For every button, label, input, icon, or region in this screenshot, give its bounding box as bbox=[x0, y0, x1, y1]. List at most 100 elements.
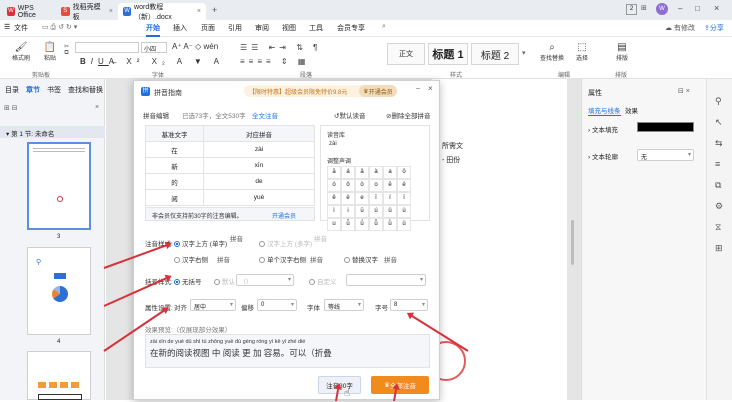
annot-option-above-single[interactable]: 汉字上方 (单字) bbox=[174, 238, 227, 248]
bracket-none[interactable]: 无括号 bbox=[174, 276, 202, 286]
align-buttons[interactable]: ≡≡≡≡ ⇕ ▦ bbox=[240, 57, 309, 66]
tone-cell[interactable]: à bbox=[369, 166, 383, 179]
quick-access-icons[interactable]: ▭ ⎙ ↺ ↻ ▾ bbox=[42, 23, 77, 32]
fill-color-select[interactable] bbox=[637, 122, 694, 132]
close-tab-icon[interactable]: × bbox=[197, 8, 201, 15]
tone-cell[interactable]: ǐ bbox=[397, 192, 411, 205]
promo-button[interactable]: ♛ 开通会员 bbox=[359, 85, 397, 97]
radio-unchecked[interactable] bbox=[309, 279, 315, 285]
tone-cell[interactable]: ǖ bbox=[341, 218, 355, 231]
format-brush-button[interactable]: 🖌 格式刷 bbox=[10, 42, 32, 62]
panel-icons[interactable]: ⊞ ⊟ bbox=[4, 104, 18, 112]
style-more-icon[interactable]: ▾ bbox=[522, 49, 526, 57]
tab-fill-line[interactable]: 填充与线条 bbox=[588, 105, 621, 116]
tone-cell[interactable]: a bbox=[383, 166, 397, 179]
tone-cell[interactable]: ē bbox=[383, 179, 397, 192]
radio-unchecked[interactable] bbox=[214, 279, 220, 285]
bracket-custom[interactable]: 自定义 bbox=[309, 276, 337, 286]
tab-templates[interactable]: S 找稻壳模板 × bbox=[56, 3, 118, 21]
bracket-default[interactable]: 默认 bbox=[214, 276, 235, 286]
minimize-dialog-icon[interactable]: – bbox=[416, 85, 420, 92]
reading-value[interactable]: zài bbox=[329, 141, 337, 147]
menu-insert[interactable]: 插入 bbox=[173, 23, 187, 33]
align-select[interactable]: 居中 bbox=[190, 299, 236, 311]
grid-icon[interactable]: ⊞ bbox=[641, 4, 647, 12]
annot-option-right[interactable]: 汉字右侧 bbox=[174, 254, 208, 264]
maximize-icon[interactable]: □ bbox=[695, 4, 700, 13]
tone-cell[interactable]: ī bbox=[369, 192, 383, 205]
paste-button[interactable]: 📋 粘贴 bbox=[40, 42, 60, 62]
select-button[interactable]: ⬚ 选择 bbox=[572, 42, 592, 62]
tone-cell[interactable]: u bbox=[327, 218, 341, 231]
tone-cell[interactable]: ì bbox=[327, 205, 341, 218]
menu-home[interactable]: 开始 bbox=[146, 23, 160, 37]
annot-option-above-multi[interactable]: 汉字上方 (多字) bbox=[259, 238, 312, 248]
tone-cell[interactable]: ō bbox=[397, 166, 411, 179]
tab-wps-office[interactable]: W WPS Office bbox=[2, 3, 54, 20]
notice-link[interactable]: 开通会员 bbox=[272, 211, 296, 220]
tab-effects[interactable]: 效果 bbox=[625, 105, 638, 115]
radio-checked[interactable] bbox=[174, 241, 180, 247]
style-normal[interactable]: 正文 bbox=[387, 43, 425, 65]
tab-find-replace[interactable]: 查找和替换 bbox=[68, 85, 103, 95]
sidebar-icons[interactable]: ⚲ ↖ ⇆ ≡ ⧉ ⚙ ⧖ ⊞ bbox=[715, 91, 723, 259]
tone-cell[interactable]: ǎ bbox=[355, 166, 369, 179]
table-row[interactable]: 在 zài bbox=[145, 141, 315, 158]
tone-cell[interactable]: ǘ bbox=[355, 218, 369, 231]
delete-pinyin-button[interactable]: ⊘删除全部拼音 bbox=[386, 110, 430, 120]
font-family-select[interactable] bbox=[75, 42, 139, 53]
close-window-icon[interactable]: × bbox=[714, 3, 719, 13]
tone-cell[interactable]: ü bbox=[397, 218, 411, 231]
paragraph-buttons[interactable]: ☰☰ ⇤⇥ ⇅ ¶ bbox=[240, 43, 321, 52]
table-row[interactable]: 的 de bbox=[145, 173, 315, 190]
tone-cell[interactable]: ǚ bbox=[369, 218, 383, 231]
promo-banner[interactable]: 【限时特惠】超级会员限免特价9.8元 bbox=[244, 85, 372, 97]
menu-member[interactable]: 会员专享 bbox=[337, 23, 365, 33]
text-fill-label[interactable]: › 文本填充 bbox=[588, 124, 618, 134]
table-row[interactable]: 阅 yuè bbox=[145, 189, 315, 206]
bracket-select[interactable]: （） bbox=[236, 274, 294, 286]
tab-toc[interactable]: 目录 bbox=[5, 85, 19, 95]
table-row[interactable]: 新 xīn bbox=[145, 157, 315, 174]
radio-unchecked[interactable] bbox=[174, 257, 180, 263]
new-tab-icon[interactable]: + bbox=[212, 5, 217, 15]
default-reading-button[interactable]: ↺默认读音 bbox=[334, 110, 365, 120]
tab-sections[interactable]: 章节 bbox=[26, 85, 40, 95]
layout-button[interactable]: ▤ 排版 bbox=[612, 42, 632, 62]
tone-cell[interactable]: í bbox=[383, 192, 397, 205]
minimize-icon[interactable]: – bbox=[678, 4, 682, 13]
tone-cell[interactable]: ā bbox=[327, 166, 341, 179]
radio-unchecked[interactable] bbox=[259, 257, 265, 263]
menu-page[interactable]: 页面 bbox=[201, 23, 215, 33]
page-thumbnail[interactable] bbox=[27, 351, 91, 400]
tab-bookmarks[interactable]: 书签 bbox=[47, 85, 61, 95]
tone-cell[interactable]: ǔ bbox=[383, 205, 397, 218]
style-heading-2[interactable]: 标题 2 bbox=[471, 43, 519, 65]
menu-icon[interactable]: ☰ bbox=[4, 23, 10, 31]
tone-cell[interactable]: ě bbox=[327, 192, 341, 205]
menu-review[interactable]: 审阅 bbox=[255, 23, 269, 33]
section-header[interactable]: ▾ 第 1 节: 未命名 bbox=[0, 126, 105, 138]
radio-unchecked[interactable] bbox=[344, 257, 350, 263]
tone-cell[interactable]: e bbox=[355, 192, 369, 205]
radio-checked[interactable] bbox=[174, 279, 180, 285]
tone-cell[interactable]: á bbox=[341, 166, 355, 179]
search-icon[interactable]: ⌕ bbox=[382, 23, 386, 31]
vertical-scrollbar[interactable] bbox=[571, 220, 574, 265]
custom-bracket-select[interactable] bbox=[346, 274, 426, 286]
tone-cell[interactable]: è bbox=[341, 192, 355, 205]
close-panel-icon[interactable]: × bbox=[95, 104, 99, 111]
font-size-select[interactable]: 小四 bbox=[141, 42, 167, 53]
find-replace-button[interactable]: ⌕ 查找替换 bbox=[538, 42, 566, 62]
tone-cell[interactable]: é bbox=[397, 179, 411, 192]
full-text-link[interactable]: 全文注音 bbox=[252, 110, 278, 120]
style-heading-1[interactable]: 标题 1 bbox=[428, 43, 468, 65]
tone-cell[interactable]: ǒ bbox=[341, 179, 355, 192]
tone-cell[interactable]: ó bbox=[327, 179, 341, 192]
page-thumbnail[interactable]: ⚲ bbox=[27, 247, 91, 335]
offset-stepper[interactable]: 0 bbox=[257, 299, 297, 311]
tone-cell[interactable]: ū bbox=[355, 205, 369, 218]
outline-select[interactable]: 无 bbox=[637, 149, 694, 161]
share-button[interactable]: ⇪分享 bbox=[704, 23, 724, 33]
menu-reference[interactable]: 引用 bbox=[228, 23, 242, 33]
